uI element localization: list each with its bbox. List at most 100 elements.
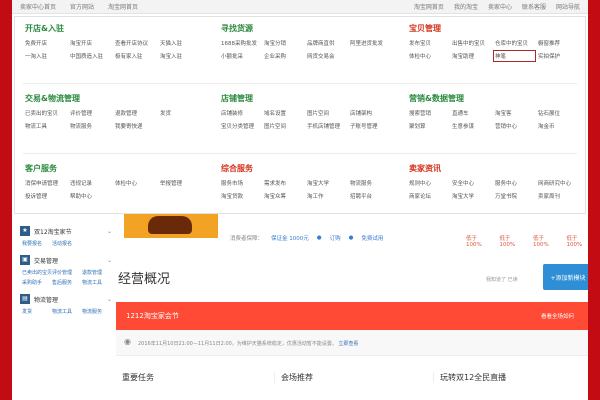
- subscribe-link[interactable]: 订购: [330, 234, 341, 242]
- menu-link[interactable]: 消保申请管理: [25, 179, 66, 187]
- sidebar-link[interactable]: 采购助手: [22, 279, 52, 286]
- menu-link[interactable]: 淘金币: [538, 122, 577, 130]
- menu-link[interactable]: 极有家入驻: [115, 52, 156, 60]
- menu-link[interactable]: 服务市场: [221, 179, 260, 187]
- menu-link[interactable]: 钻石展位: [538, 109, 577, 117]
- menu-link[interactable]: 网货交易会: [307, 52, 346, 60]
- menu-link[interactable]: 淘宝众筹: [264, 192, 303, 200]
- menu-link[interactable]: 淘宝助理: [452, 52, 491, 60]
- menu-link[interactable]: 需求发布: [264, 179, 303, 187]
- menu-link[interactable]: 我要寄快递: [115, 122, 156, 130]
- topbar-link[interactable]: 淘宝网首页: [414, 2, 444, 11]
- sidebar-link[interactable]: 售后服务: [52, 279, 82, 286]
- menu-link[interactable]: 出售中的宝贝: [452, 39, 491, 47]
- menu-link[interactable]: 服务中心: [495, 179, 534, 187]
- free-trial-link[interactable]: 免费试用: [361, 234, 383, 242]
- main-right-text[interactable]: 我知道了 已读: [486, 276, 518, 283]
- menu-link[interactable]: 仓库中的宝贝: [495, 39, 534, 47]
- notice-link[interactable]: 立即查看: [338, 341, 358, 347]
- sidebar-link[interactable]: 物流工具: [82, 279, 112, 286]
- chevron-down-icon[interactable]: ⌄: [107, 257, 112, 264]
- menu-link[interactable]: 直通车: [452, 109, 491, 117]
- deposit-link[interactable]: 保证金 1000元: [271, 234, 309, 242]
- menu-link[interactable]: 域名设置: [264, 109, 303, 117]
- topbar-link[interactable]: 网站导航: [556, 2, 580, 11]
- menu-link[interactable]: 物流工具: [25, 122, 66, 130]
- menu-link[interactable]: 卖家周刊: [538, 192, 577, 200]
- menu-link[interactable]: 橱窗推荐: [538, 39, 577, 47]
- menu-link[interactable]: 万堂书院: [495, 192, 534, 200]
- menu-link[interactable]: 淘宝分销: [264, 39, 303, 47]
- menu-link[interactable]: 搜索营销: [409, 109, 448, 117]
- menu-link[interactable]: 小额批采: [221, 52, 260, 60]
- menu-link[interactable]: 聚划算: [409, 122, 448, 130]
- sidebar-link[interactable]: 物流服务: [82, 308, 112, 315]
- sidebar-link[interactable]: 发货: [22, 308, 52, 315]
- menu-link[interactable]: 免费开店: [25, 39, 66, 47]
- topbar-link[interactable]: 我的淘宝: [454, 2, 478, 11]
- chevron-down-icon[interactable]: ⌄: [107, 228, 112, 235]
- menu-link[interactable]: 已卖出的宝贝: [25, 109, 66, 117]
- topbar-link[interactable]: 卖家中心: [488, 2, 512, 11]
- menu-link[interactable]: 帮助中心: [70, 192, 111, 200]
- menu-link[interactable]: 实拍保护: [538, 52, 577, 60]
- topbar-link[interactable]: 官方网站: [70, 2, 94, 11]
- sidebar-section-header[interactable]: ★ 双12淘宝家节 ⌄: [20, 226, 112, 236]
- menu-link[interactable]: 投诉管理: [25, 192, 66, 200]
- menu-link[interactable]: 商家论坛: [409, 192, 448, 200]
- menu-link[interactable]: 图片空间: [264, 122, 303, 130]
- menu-link[interactable]: 企业采购: [264, 52, 303, 60]
- sidebar-link[interactable]: 活动报名: [52, 240, 82, 247]
- menu-link[interactable]: 淘宝开店: [70, 39, 111, 47]
- menu-link[interactable]: 天猫入驻: [160, 39, 201, 47]
- menu-link[interactable]: 图片空间: [307, 109, 346, 117]
- sidebar-link[interactable]: 评价管理: [52, 269, 82, 276]
- menu-link[interactable]: 淘宝客: [495, 109, 534, 117]
- sidebar-section-header[interactable]: ▣ 交易管理 ⌄: [20, 255, 112, 265]
- menu-link[interactable]: 违规记录: [70, 179, 111, 187]
- menu-link[interactable]: 生意参谋: [452, 122, 491, 130]
- menu-link[interactable]: 查看开店协议: [115, 39, 156, 47]
- menu-link[interactable]: 淘宝贷款: [221, 192, 260, 200]
- menu-link[interactable]: 淘宝入驻: [160, 52, 201, 60]
- add-module-button[interactable]: +添加新模块: [543, 264, 593, 290]
- menu-link[interactable]: 评价管理: [70, 109, 111, 117]
- sidebar-link[interactable]: 我要报名: [22, 240, 52, 247]
- menu-link[interactable]: 店铺架构: [350, 109, 389, 117]
- topbar-link[interactable]: 卖家中心首页: [20, 2, 56, 11]
- menu-link[interactable]: 淘宝大学: [452, 192, 491, 200]
- menu-link[interactable]: 物流服务: [70, 122, 111, 130]
- menu-link-highlighted[interactable]: 神笔: [493, 50, 536, 62]
- menu-link[interactable]: 子账号管理: [350, 122, 389, 130]
- menu-link[interactable]: 体检中心: [115, 179, 156, 187]
- menu-link[interactable]: 手机店铺管理: [307, 122, 346, 130]
- menu-link[interactable]: 发布宝贝: [409, 39, 448, 47]
- menu-link[interactable]: [350, 52, 389, 60]
- menu-link[interactable]: 淘工作: [307, 192, 346, 200]
- menu-link[interactable]: 店铺装修: [221, 109, 260, 117]
- menu-link[interactable]: 物流服务: [350, 179, 389, 187]
- menu-link[interactable]: 招聘平台: [350, 192, 389, 200]
- menu-link[interactable]: 中国质造入驻: [70, 52, 111, 60]
- menu-link[interactable]: 体检中心: [409, 52, 448, 60]
- topbar-link[interactable]: 联系客服: [522, 2, 546, 11]
- sidebar-section-header[interactable]: ▤ 物流管理 ⌄: [20, 294, 112, 304]
- banner-link[interactable]: 看看全场如何: [541, 312, 574, 320]
- menu-link[interactable]: 安全中心: [452, 179, 491, 187]
- promo-banner[interactable]: 1212淘宝家会节 看看全场如何: [116, 302, 592, 330]
- sidebar-link[interactable]: 退款管理: [82, 269, 112, 276]
- menu-link[interactable]: 淘宝大学: [307, 179, 346, 187]
- topbar-link[interactable]: 淘宝网首页: [108, 2, 138, 11]
- menu-link[interactable]: 营销中心: [495, 122, 534, 130]
- menu-link[interactable]: 宝贝分类管理: [221, 122, 260, 130]
- sidebar-link[interactable]: 物流工具: [52, 308, 82, 315]
- menu-link[interactable]: 发货: [160, 109, 201, 117]
- sidebar-link[interactable]: 已卖出的宝贝: [22, 269, 52, 276]
- menu-link[interactable]: 举报管理: [160, 179, 201, 187]
- chevron-down-icon[interactable]: ⌄: [107, 296, 112, 303]
- menu-link[interactable]: 退款管理: [115, 109, 156, 117]
- menu-link[interactable]: 规则中心: [409, 179, 448, 187]
- menu-link[interactable]: 1688采购批发: [221, 39, 260, 47]
- menu-link[interactable]: [160, 122, 201, 130]
- menu-link[interactable]: 网商研究中心: [538, 179, 577, 187]
